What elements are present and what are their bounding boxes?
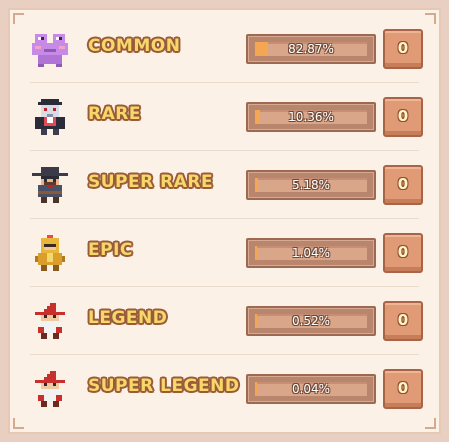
rarity-label: RARE bbox=[88, 104, 141, 124]
rarity-row-legend: LEGEND 0.52% 0 bbox=[0, 287, 449, 355]
rarity-label: SUPER LEGEND bbox=[88, 376, 240, 396]
probability-bar: 5.18% bbox=[246, 170, 376, 200]
owned-count-button[interactable]: 0 bbox=[383, 29, 423, 69]
rarity-row-rare: RARE 10.36% 0 bbox=[0, 83, 449, 151]
owned-count-button[interactable]: 0 bbox=[383, 301, 423, 341]
rarity-row-super-rare: SUPER RARE 5.18% 0 bbox=[0, 151, 449, 219]
rarity-row-super-legend: SUPER LEGEND 0.04% 0 bbox=[0, 355, 449, 423]
probability-percent: 10.36% bbox=[288, 110, 334, 124]
probability-bar: 0.52% bbox=[246, 306, 376, 336]
owned-count-button[interactable]: 0 bbox=[383, 233, 423, 273]
probability-bar: 1.04% bbox=[246, 238, 376, 268]
owned-count-button[interactable]: 0 bbox=[383, 97, 423, 137]
rarity-label: COMMON bbox=[88, 36, 181, 56]
probability-percent: 1.04% bbox=[291, 246, 331, 260]
probability-percent: 0.52% bbox=[291, 314, 331, 328]
red-wizard-icon bbox=[35, 371, 65, 407]
probability-percent: 82.87% bbox=[288, 42, 334, 56]
owned-count-button[interactable]: 0 bbox=[383, 165, 423, 205]
probability-bar: 10.36% bbox=[246, 102, 376, 132]
vampire-icon bbox=[35, 99, 65, 135]
probability-percent: 5.18% bbox=[291, 178, 331, 192]
cowboy-icon bbox=[32, 167, 68, 203]
probability-bar: 0.04% bbox=[246, 374, 376, 404]
probability-percent: 0.04% bbox=[291, 382, 331, 396]
rarity-row-common: COMMON 82.87% 0 bbox=[0, 15, 449, 83]
red-wizard-icon bbox=[35, 303, 65, 339]
rarity-label: SUPER RARE bbox=[88, 172, 214, 192]
rarity-label: LEGEND bbox=[88, 308, 168, 328]
probability-bar: 82.87% bbox=[246, 34, 376, 64]
rarity-row-epic: EPIC 1.04% 0 bbox=[0, 219, 449, 287]
rarity-label: EPIC bbox=[88, 240, 133, 260]
owned-count-button[interactable]: 0 bbox=[383, 369, 423, 409]
knight-icon bbox=[35, 235, 65, 271]
frog-icon bbox=[32, 34, 68, 67]
